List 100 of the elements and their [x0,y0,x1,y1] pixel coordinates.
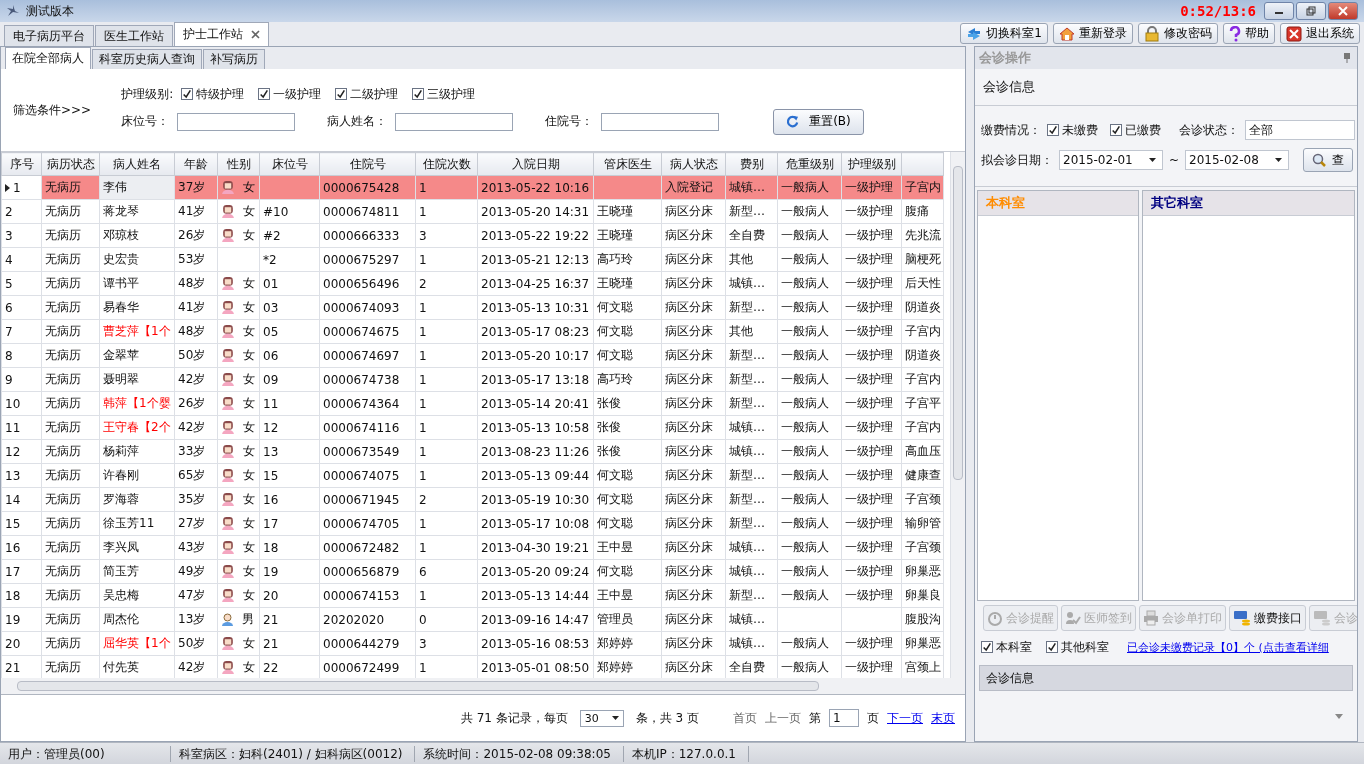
column-header[interactable]: 护理级别 [841,152,902,176]
view-tab[interactable]: 科室历史病人查询 [92,49,202,69]
female-user-icon [221,540,235,555]
column-header[interactable]: 病人姓名 [99,152,175,176]
column-header[interactable]: 住院次数 [415,152,478,176]
table-cell: 2013-05-17 08:23 [481,324,590,339]
column-header[interactable]: 住院号 [319,152,416,176]
previous-page-link[interactable]: 上一页 [765,709,801,727]
table-cell: 城镇… [729,180,765,194]
action-button[interactable]: 缴费接口 [1229,605,1306,631]
restore-button[interactable] [1296,2,1326,20]
table-cell: 1 [419,588,427,603]
unpaid-records-link[interactable]: 已会诊未缴费记录【0】个 (点击查看详细 [1127,639,1329,655]
checkbox[interactable] [1110,124,1122,136]
caret-icon[interactable] [1335,713,1343,719]
checkbox-label: 本科室 [996,638,1032,656]
view-tab[interactable]: 补写病历 [203,49,265,69]
date-picker[interactable]: 2015-02-08 [1185,150,1290,170]
pin-icon[interactable] [1343,53,1351,63]
vertical-scrollbar[interactable] [950,152,965,678]
last-page-link[interactable]: 末页 [931,709,955,727]
table-cell: 一般病人 [781,540,829,554]
reset-button[interactable]: 重置(B) [773,108,864,135]
table-cell: 47岁 [174,583,218,608]
page-input[interactable]: 1 [829,709,859,727]
page-size-dropdown[interactable]: 30 [579,709,624,727]
table-cell: 女 [243,347,255,364]
column-header[interactable]: 病人状态 [661,152,726,176]
table-cell: 女 [243,467,255,484]
table-cell: 病区分床 [665,348,713,362]
checkbox[interactable] [412,88,425,100]
status-field[interactable]: 全部 [1245,120,1355,140]
query-button[interactable]: 查 [1303,148,1354,172]
table-cell: 无病历 [45,444,81,458]
table-cell: 无病历 [45,636,81,650]
table-cell: 病区分床 [665,396,713,410]
table-cell: 病区分床 [665,612,713,626]
table-cell: 0000674093 [323,300,400,315]
column-header[interactable]: 床位号 [259,152,320,176]
column-header[interactable]: 危重级别 [777,152,842,176]
column-header[interactable]: 年龄 [174,152,218,176]
ribbon-tab[interactable]: 会诊信息 [983,78,1035,96]
table-cell: 卵巢恶 [905,564,941,578]
table-cell: 新型… [729,516,765,530]
table-cell: 男 [242,611,254,628]
toolbar-button[interactable]: 退出系统 [1280,23,1360,44]
female-user-icon [221,468,235,483]
input-field[interactable] [601,112,720,131]
status-text: 用户：管理员(00) [0,746,171,762]
workstation-tab[interactable]: 医生工作站 [95,25,173,46]
column-header[interactable]: 费别 [725,152,778,176]
column-header[interactable]: 管床医生 [593,152,662,176]
workstation-tab[interactable]: 护士工作站 [174,22,269,46]
close-icon[interactable] [251,30,260,39]
checkbox[interactable] [258,88,271,100]
checkbox[interactable] [335,88,348,100]
workstation-tab[interactable]: 电子病历平台 [4,25,94,46]
toolbar-button[interactable]: 重新登录 [1053,23,1133,44]
table-cell: 女 [243,395,255,412]
table-cell: 49岁 [174,559,218,584]
table-cell: 一级护理 [845,228,893,242]
checkbox[interactable] [981,641,993,653]
minimize-button[interactable] [1264,2,1294,20]
table-cell: 无病历 [45,180,81,194]
next-page-link[interactable]: 下一页 [887,709,923,727]
table-cell: 1 [419,444,427,459]
column-header[interactable]: 性别 [217,152,260,176]
table-cell: 0000656496 [323,276,400,291]
table-cell: 2013-05-17 10:08 [481,516,590,531]
table-cell: 26岁 [174,223,218,248]
table-cell: 一级护理 [845,444,893,458]
table-cell: 42岁 [174,367,218,392]
checkbox[interactable] [1046,641,1058,653]
input-field[interactable] [177,112,296,131]
table-cell: 女 [243,515,255,532]
table-cell: 一般病人 [781,420,829,434]
info-bar[interactable]: 会诊信息 [979,665,1353,691]
view-tab[interactable]: 在院全部病人 [5,47,91,69]
toolbar-button[interactable]: 修改密码 [1138,23,1218,44]
record-count: 共 71 条记录，每页 [460,709,568,727]
toolbar-button[interactable]: 切换科室1 [960,23,1048,44]
column-header[interactable]: 病历状态 [41,152,100,176]
table-cell: 9 [5,372,13,387]
toolbar-button[interactable]: 帮助 [1223,23,1275,44]
close-button[interactable] [1328,2,1358,20]
table-cell: 1 [419,660,427,675]
checkbox[interactable] [181,88,194,100]
field-label: 会诊状态： [1179,121,1239,139]
table-cell: 女 [243,371,255,388]
horizontal-scrollbar[interactable] [1,678,965,694]
table-cell: 2013-09-16 14:47 [481,612,590,627]
checkbox[interactable] [1047,124,1059,136]
first-page-link[interactable]: 首页 [733,709,757,727]
column-header[interactable]: 入院日期 [477,152,594,176]
input-field[interactable] [395,112,514,131]
table-cell: 2013-05-13 14:44 [481,588,590,603]
checkbox-label: 三级护理 [427,85,476,103]
table-cell: 王晓瑾 [597,204,633,218]
column-header[interactable]: 序号 [1,152,42,176]
date-picker[interactable]: 2015-02-01 [1059,150,1163,170]
